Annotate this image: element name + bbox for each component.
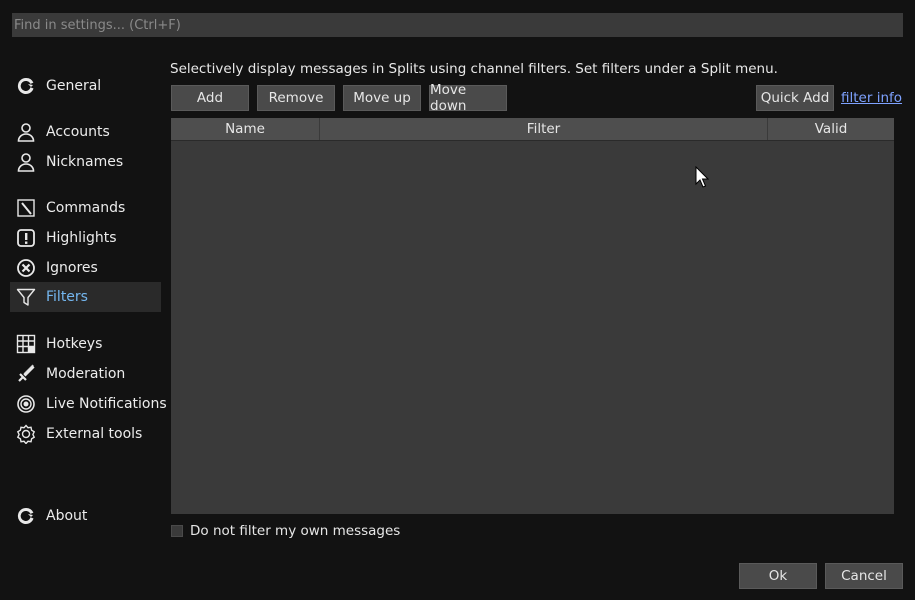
sidebar-item-about[interactable]: About [10, 501, 161, 531]
funnel-icon [16, 287, 36, 307]
cancel-button[interactable]: Cancel [825, 563, 903, 589]
sidebar-item-label: Ignores [46, 260, 98, 276]
column-header-filter[interactable]: Filter [320, 118, 768, 140]
sidebar-item-label: Moderation [46, 366, 126, 382]
target-icon [16, 394, 36, 414]
column-header-name[interactable]: Name [171, 118, 320, 140]
own-messages-label: Do not filter my own messages [190, 523, 401, 539]
exclamation-icon [16, 228, 36, 248]
sidebar-item-highlights[interactable]: Highlights [10, 223, 161, 253]
sidebar-item-commands[interactable]: Commands [10, 193, 161, 223]
remove-button[interactable]: Remove [257, 85, 335, 111]
filters-table[interactable]: Name Filter Valid [171, 118, 894, 514]
sidebar-item-label: Accounts [46, 124, 110, 140]
table-header: Name Filter Valid [171, 118, 894, 141]
x-circle-icon [16, 258, 36, 278]
sidebar-item-label: General [46, 78, 102, 94]
own-messages-checkbox[interactable] [171, 525, 183, 537]
move-down-button[interactable]: Move down [429, 82, 507, 114]
sidebar-item-label: External tools [46, 426, 143, 442]
move-up-button[interactable]: Move up [343, 85, 421, 111]
page-description: Selectively display messages in Splits u… [170, 61, 778, 77]
person-icon [16, 152, 36, 172]
quick-add-button[interactable]: Quick Add [756, 85, 834, 111]
sidebar-item-hotkeys[interactable]: Hotkeys [10, 329, 161, 359]
sidebar-item-label: Nicknames [46, 154, 124, 170]
sidebar-item-ignores[interactable]: Ignores [10, 253, 161, 283]
sidebar-item-moderation[interactable]: Moderation [10, 359, 161, 389]
chatterino-logo-icon [16, 506, 36, 526]
sidebar-item-label: Highlights [46, 230, 117, 246]
sidebar-item-label: Hotkeys [46, 336, 103, 352]
mouse-cursor-icon [695, 166, 709, 188]
chatterino-logo-icon [16, 76, 36, 96]
commands-icon [16, 198, 36, 218]
sidebar-item-label: Live Notifications [46, 396, 167, 412]
sidebar-item-live-notifications[interactable]: Live Notifications [10, 389, 167, 419]
sidebar-item-label: About [46, 508, 88, 524]
sidebar-item-filters[interactable]: Filters [10, 282, 161, 312]
sidebar-item-general[interactable]: General [10, 71, 161, 101]
sidebar-item-label: Filters [46, 289, 88, 305]
search-input[interactable] [12, 13, 903, 37]
grid-icon [16, 334, 36, 354]
person-icon [16, 122, 36, 142]
ok-button[interactable]: Ok [739, 563, 817, 589]
sidebar-item-nicknames[interactable]: Nicknames [10, 147, 161, 177]
gear-icon [16, 424, 36, 444]
sidebar-item-accounts[interactable]: Accounts [10, 117, 161, 147]
sidebar-item-external-tools[interactable]: External tools [10, 419, 161, 449]
own-messages-option[interactable]: Do not filter my own messages [171, 523, 400, 539]
sidebar-item-label: Commands [46, 200, 126, 216]
add-button[interactable]: Add [171, 85, 249, 111]
sword-icon [16, 364, 36, 384]
filter-info-link[interactable]: filter info [841, 90, 902, 106]
column-header-valid[interactable]: Valid [768, 118, 894, 140]
